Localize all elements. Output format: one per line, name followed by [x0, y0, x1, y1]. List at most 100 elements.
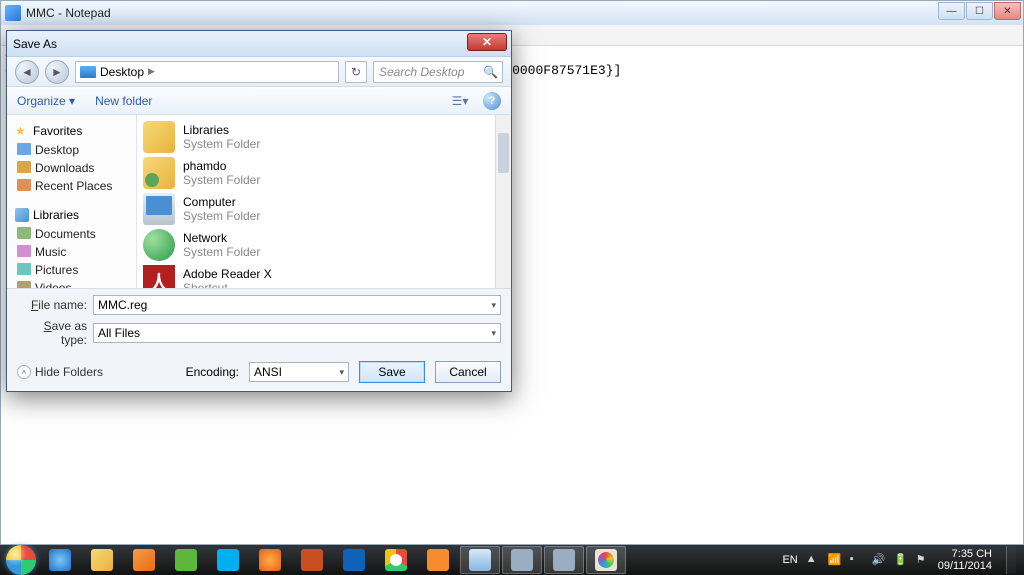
list-item-title: Libraries	[183, 123, 260, 137]
save-button[interactable]: Save	[359, 361, 425, 383]
maximize-button[interactable]: ☐	[966, 2, 993, 20]
list-item-title: Adobe Reader X	[183, 267, 272, 281]
nav-item-documents[interactable]: Documents	[15, 225, 134, 243]
list-item-subtitle: System Folder	[183, 245, 260, 259]
encoding-select[interactable]: ANSI	[249, 362, 349, 382]
save-as-type-select[interactable]: All Files	[93, 323, 501, 343]
list-item[interactable]: 人 Adobe Reader XShortcut	[141, 263, 507, 288]
navigation-pane: Favorites Desktop Downloads Recent Place…	[7, 115, 137, 288]
desktop-icon	[80, 66, 96, 78]
list-item[interactable]: NetworkSystem Folder	[141, 227, 507, 263]
tray-flag-icon[interactable]: ⚑	[916, 553, 930, 567]
nav-item-videos[interactable]: Videos	[15, 279, 134, 288]
taskbar-xampp[interactable]	[418, 546, 458, 574]
close-button[interactable]: ✕	[994, 2, 1021, 20]
taskbar-utorrent[interactable]	[166, 546, 206, 574]
tray-volume-icon[interactable]: 🔊	[872, 553, 886, 567]
list-item-subtitle: System Folder	[183, 137, 260, 151]
address-bar[interactable]: Desktop ▶	[75, 61, 339, 83]
libraries-icon	[143, 121, 175, 153]
clock-date: 09/11/2014	[938, 560, 992, 572]
search-input[interactable]: Search Desktop 🔍	[373, 61, 503, 83]
folder-icon	[91, 549, 113, 571]
taskbar-clock[interactable]: 7:35 CH 09/11/2014	[938, 548, 992, 572]
list-item-subtitle: Shortcut	[183, 281, 272, 288]
taskbar-notepad[interactable]	[460, 546, 500, 574]
taskbar-paint[interactable]	[586, 546, 626, 574]
help-button[interactable]: ?	[483, 92, 501, 110]
taskbar-ie[interactable]	[40, 546, 80, 574]
file-list-pane[interactable]: LibrariesSystem FolderphamdoSystem Folde…	[137, 115, 511, 288]
taskbar-teamviewer[interactable]	[334, 546, 374, 574]
windows-logo-icon	[6, 545, 36, 575]
list-item[interactable]: ComputerSystem Folder	[141, 191, 507, 227]
nav-group-favorites[interactable]: Favorites	[15, 121, 134, 141]
file-name-label: File name:	[17, 298, 93, 312]
hide-folders-toggle[interactable]: ˄ Hide Folders	[17, 365, 103, 379]
app-icon	[511, 549, 533, 571]
wmp-icon	[133, 549, 155, 571]
scrollbar-thumb[interactable]	[498, 133, 509, 173]
nav-group-libraries[interactable]: Libraries	[15, 205, 134, 225]
nav-item-recent-places[interactable]: Recent Places	[15, 177, 134, 195]
new-folder-button[interactable]: New folder	[95, 94, 152, 108]
show-desktop-button[interactable]	[1006, 546, 1016, 574]
teamviewer-icon	[343, 549, 365, 571]
list-item[interactable]: LibrariesSystem Folder	[141, 119, 507, 155]
encoding-label: Encoding:	[186, 365, 239, 379]
app-icon	[553, 549, 575, 571]
taskbar-powerpoint[interactable]	[292, 546, 332, 574]
cancel-button[interactable]: Cancel	[435, 361, 501, 383]
list-item-subtitle: System Folder	[183, 173, 260, 187]
minimize-button[interactable]: —	[938, 2, 965, 20]
save-as-type-label: Save as type:	[17, 319, 93, 347]
userfolder-icon	[143, 157, 175, 189]
list-item[interactable]: phamdoSystem Folder	[141, 155, 507, 191]
computer-icon	[143, 193, 175, 225]
adobe-icon: 人	[143, 265, 175, 288]
taskbar-wmp[interactable]	[124, 546, 164, 574]
chevron-up-icon: ˄	[17, 365, 31, 379]
nav-item-pictures[interactable]: Pictures	[15, 261, 134, 279]
dialog-title: Save As	[13, 37, 57, 51]
taskbar-explorer[interactable]	[82, 546, 122, 574]
nav-item-music[interactable]: Music	[15, 243, 134, 261]
dialog-close-button[interactable]: ✕	[467, 33, 507, 51]
file-name-input[interactable]: MMC.reg	[93, 295, 501, 315]
system-tray: EN ▲ 📶 ▪ 🔊 🔋 ⚑ 7:35 CH 09/11/2014	[782, 546, 1020, 574]
nav-item-desktop[interactable]: Desktop	[15, 141, 134, 159]
save-as-dialog: Save As ✕ ◄ ► Desktop ▶ ↻ Search Desktop…	[6, 30, 512, 392]
chrome-icon	[385, 549, 407, 571]
dialog-nav-row: ◄ ► Desktop ▶ ↻ Search Desktop 🔍	[7, 57, 511, 87]
list-item-title: Computer	[183, 195, 260, 209]
taskbar-firefox[interactable]	[250, 546, 290, 574]
language-indicator[interactable]: EN	[782, 554, 797, 566]
taskbar-skype[interactable]	[208, 546, 248, 574]
taskbar: EN ▲ 📶 ▪ 🔊 🔋 ⚑ 7:35 CH 09/11/2014	[0, 545, 1024, 575]
list-item-subtitle: System Folder	[183, 209, 260, 223]
utorrent-icon	[175, 549, 197, 571]
notepad-icon	[5, 5, 21, 21]
notepad-taskbar-icon	[469, 549, 491, 571]
view-options-button[interactable]: ☰▾	[447, 91, 473, 111]
nav-forward-button[interactable]: ►	[45, 60, 69, 84]
tray-app-icon[interactable]: ▪	[850, 553, 864, 567]
nav-item-downloads[interactable]: Downloads	[15, 159, 134, 177]
start-button[interactable]	[4, 545, 38, 575]
scrollbar[interactable]	[495, 115, 511, 288]
taskbar-app-1[interactable]	[502, 546, 542, 574]
tray-network-icon[interactable]: 📶	[828, 553, 842, 567]
notepad-titlebar[interactable]: MMC - Notepad — ☐ ✕	[1, 1, 1023, 25]
list-item-title: Network	[183, 231, 260, 245]
taskbar-app-2[interactable]	[544, 546, 584, 574]
tray-battery-icon[interactable]: 🔋	[894, 553, 908, 567]
dialog-titlebar[interactable]: Save As ✕	[7, 31, 511, 57]
nav-back-button[interactable]: ◄	[15, 60, 39, 84]
refresh-button[interactable]: ↻	[345, 61, 367, 83]
chevron-right-icon[interactable]: ▶	[148, 66, 155, 77]
skype-icon	[217, 549, 239, 571]
organize-menu[interactable]: Organize ▾	[17, 94, 75, 108]
taskbar-chrome[interactable]	[376, 546, 416, 574]
address-location: Desktop	[100, 65, 144, 79]
tray-up-icon[interactable]: ▲	[806, 553, 820, 567]
